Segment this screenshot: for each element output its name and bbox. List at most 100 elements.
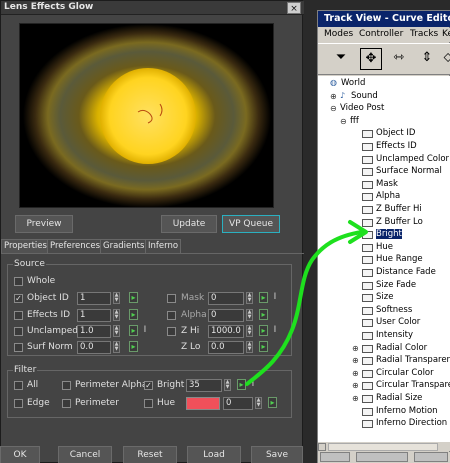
surf-norm-key-icon[interactable]: ▸ <box>129 341 138 352</box>
alpha-spinner[interactable]: ▲ ▼ <box>246 309 253 321</box>
object-id-spinner[interactable]: ▲ ▼ <box>113 292 120 304</box>
tree-row[interactable]: Intensity <box>318 330 450 343</box>
tree-row[interactable]: ⊕ Radial Size <box>318 393 450 406</box>
tree-row[interactable]: ⊖ Video Post <box>318 103 450 116</box>
save-button[interactable]: Save <box>251 446 303 463</box>
tree-row[interactable]: ⊕ Radial Transparency <box>318 355 450 368</box>
perimeter-alpha-checkbox[interactable] <box>62 381 71 390</box>
horizontal-scrollbar[interactable] <box>318 441 450 451</box>
filter-funnel-icon[interactable]: ⏷ <box>330 48 352 70</box>
track-view-titlebar[interactable]: Track View - Curve Editor <box>318 11 450 27</box>
move-horizontal-icon[interactable]: ⇿ <box>388 48 410 70</box>
unclamped-field[interactable]: 1.0 <box>77 325 111 338</box>
expand-icon[interactable]: ⊕ <box>352 369 359 378</box>
perimeter-checkbox[interactable] <box>62 399 71 408</box>
bright-key-icon[interactable]: ▸ <box>237 379 246 390</box>
expand-icon[interactable]: ⊕ <box>352 394 359 403</box>
object-id-checkbox[interactable]: ✓ <box>14 294 23 303</box>
tree-row[interactable]: Z Buffer Hi <box>318 204 450 217</box>
z-lo-field[interactable]: 0.0 <box>208 341 244 354</box>
collapse-icon[interactable]: ⊖ <box>340 117 347 126</box>
effects-id-checkbox[interactable] <box>14 311 23 320</box>
menu-controller[interactable]: Controller <box>359 29 403 39</box>
effects-id-key-icon[interactable]: ▸ <box>129 309 138 320</box>
surf-norm-checkbox[interactable] <box>14 343 23 352</box>
expand-icon[interactable]: ⊕ <box>352 356 359 365</box>
key-tool-icon[interactable]: ⬦ <box>442 48 450 70</box>
surf-norm-spinner[interactable]: ▲ ▼ <box>113 341 120 353</box>
expand-icon[interactable]: ⊕ <box>352 344 359 353</box>
z-hi-field[interactable]: 1000.0 <box>208 325 244 338</box>
bright-checkbox[interactable]: ✓ <box>144 381 153 390</box>
alpha-key-icon[interactable]: ▸ <box>259 309 268 320</box>
z-hi-invert-icon[interactable]: I <box>272 325 278 336</box>
reset-button[interactable]: Reset <box>123 446 177 463</box>
tree-row[interactable]: Hue <box>318 242 450 255</box>
tree-row[interactable]: Object ID <box>318 128 450 141</box>
tree-row[interactable]: ◍ World <box>318 78 450 91</box>
load-button[interactable]: Load <box>187 446 241 463</box>
vp-queue-button[interactable]: VP Queue <box>222 215 280 233</box>
update-button[interactable]: Update <box>161 215 217 233</box>
expand-icon[interactable]: ⊕ <box>330 92 337 101</box>
unclamped-spinner[interactable]: ▲ ▼ <box>113 325 120 337</box>
alpha-field[interactable]: 0 <box>208 309 244 322</box>
close-button[interactable]: × <box>287 2 301 14</box>
hue-field[interactable]: 0 <box>223 397 253 410</box>
tree-row[interactable]: Size Fade <box>318 280 450 293</box>
unclamped-checkbox[interactable] <box>14 327 23 336</box>
object-id-field[interactable]: 1 <box>77 292 111 305</box>
mask-spinner[interactable]: ▲ ▼ <box>246 292 253 304</box>
tree-row[interactable]: User Color <box>318 317 450 330</box>
tree-row[interactable]: ⊕ ♪ Sound <box>318 91 450 104</box>
ok-button[interactable]: OK <box>0 446 40 463</box>
scroll-thumb[interactable] <box>328 443 438 451</box>
menu-tracks[interactable]: Tracks <box>410 29 438 39</box>
tree-row[interactable]: Bright <box>318 229 450 242</box>
z-hi-key-icon[interactable]: ▸ <box>259 325 268 336</box>
edge-checkbox[interactable] <box>14 399 23 408</box>
tree-row[interactable]: ⊕ Circular Color <box>318 368 450 381</box>
lens-titlebar[interactable]: Lens Effects Glow × <box>1 1 304 15</box>
z-lo-spinner[interactable]: ▲ ▼ <box>246 341 253 353</box>
hue-color-swatch[interactable] <box>186 397 220 410</box>
move-keys-icon[interactable]: ✥ <box>360 48 382 70</box>
object-id-key-icon[interactable]: ▸ <box>129 292 138 303</box>
bright-field[interactable]: 35 <box>186 379 222 392</box>
tree-row[interactable]: Surface Normal <box>318 166 450 179</box>
tree-row[interactable]: ⊖ fff <box>318 116 450 129</box>
tree-row[interactable]: Unclamped Color <box>318 154 450 167</box>
tab-gradients[interactable]: Gradients <box>100 239 148 253</box>
surf-norm-field[interactable]: 0.0 <box>77 341 111 354</box>
preview-button[interactable]: Preview <box>15 215 73 233</box>
cancel-button[interactable]: Cancel <box>58 446 112 463</box>
effects-id-field[interactable]: 1 <box>77 309 111 322</box>
bright-invert-icon[interactable]: I <box>250 379 256 390</box>
tab-properties[interactable]: Properties <box>1 239 50 253</box>
tab-inferno[interactable]: Inferno <box>145 239 182 253</box>
tree-row[interactable]: Softness <box>318 305 450 318</box>
menu-modes[interactable]: Modes <box>324 29 353 39</box>
collapse-icon[interactable]: ⊖ <box>330 104 337 113</box>
expand-icon[interactable]: ⊕ <box>352 381 359 390</box>
hue-key-icon[interactable]: ▸ <box>268 397 277 408</box>
move-vertical-icon[interactable]: ⇕ <box>416 48 438 70</box>
mask-invert-icon[interactable]: I <box>272 292 278 303</box>
tab-preferences[interactable]: Preferences <box>47 239 103 253</box>
effects-id-spinner[interactable]: ▲ ▼ <box>113 309 120 321</box>
all-checkbox[interactable] <box>14 381 23 390</box>
mask-field[interactable]: 0 <box>208 292 244 305</box>
z-hi-spinner[interactable]: ▲ ▼ <box>246 325 253 337</box>
mask-key-icon[interactable]: ▸ <box>259 292 268 303</box>
scroll-left-arrow[interactable] <box>318 443 326 451</box>
tree-row[interactable]: Distance Fade <box>318 267 450 280</box>
menu-key[interactable]: Key <box>442 29 450 39</box>
tree-row[interactable]: Inferno Motion <box>318 406 450 419</box>
tree-row[interactable]: Effects ID <box>318 141 450 154</box>
tree-row[interactable]: Inferno Direction <box>318 418 450 431</box>
tree-row[interactable]: ⊕ Radial Color <box>318 343 450 356</box>
hue-spinner[interactable]: ▲ ▼ <box>255 397 262 409</box>
z-lo-key-icon[interactable]: ▸ <box>259 341 268 352</box>
bright-spinner[interactable]: ▲ ▼ <box>224 379 231 391</box>
hue-checkbox[interactable] <box>144 399 153 408</box>
